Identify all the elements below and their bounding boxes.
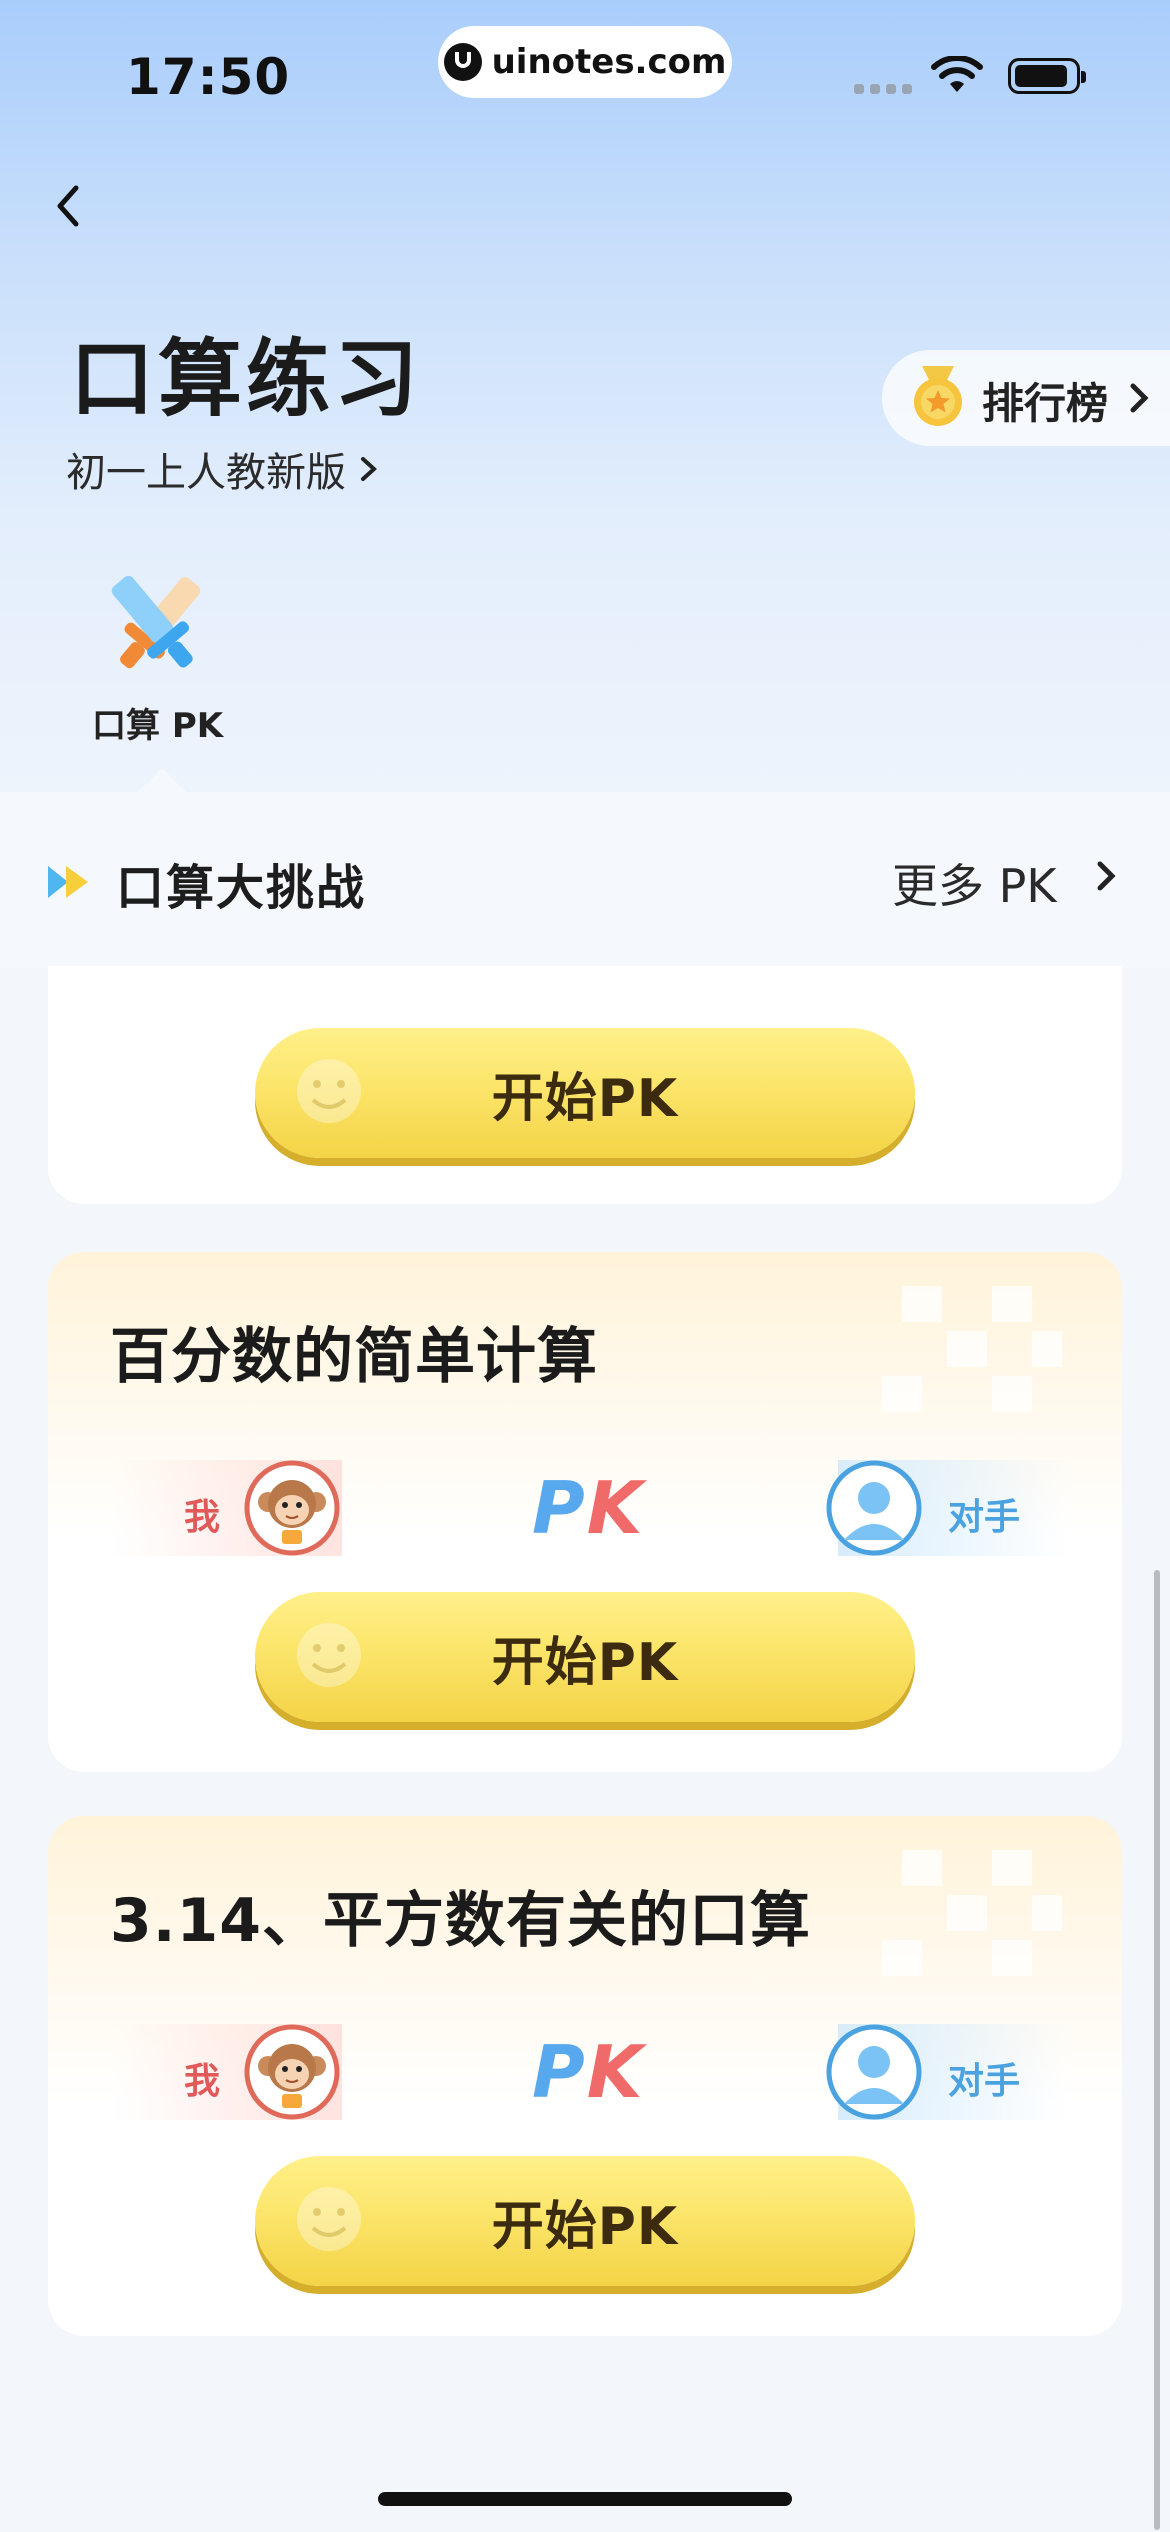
- me-label: 我: [184, 2061, 221, 2102]
- start-pk-button[interactable]: 开始PK: [255, 1028, 915, 1158]
- opponent-label: 对手: [948, 2061, 1021, 2102]
- smiley-icon: [297, 1059, 361, 1123]
- card-title: 3.14、平方数有关的口算: [110, 1886, 812, 1956]
- tab-pk[interactable]: 口算 PK: [92, 698, 223, 747]
- ranking-label: 排行榜: [982, 379, 1109, 428]
- ranking-button[interactable]: 排行榜: [882, 350, 1170, 446]
- crossed-swords-icon[interactable]: [88, 566, 224, 682]
- double-play-icon: [48, 866, 88, 898]
- start-pk-label: 开始PK: [491, 1068, 679, 1129]
- smiley-icon: [297, 1623, 361, 1687]
- pk-vs-label: PK: [532, 1466, 645, 1550]
- checker-pattern-decoration: [882, 1850, 1062, 1976]
- wifi-icon: [931, 56, 983, 92]
- medal-icon: [914, 366, 962, 426]
- start-pk-label: 开始PK: [491, 1632, 679, 1693]
- pk-k: K: [586, 2030, 645, 2114]
- home-indicator[interactable]: [378, 2492, 792, 2506]
- url-text: uinotes.com: [491, 42, 727, 82]
- pk-card: 开始PK: [48, 966, 1122, 1204]
- tab-indicator: [138, 768, 186, 792]
- opponent-avatar-icon: [826, 2024, 922, 2120]
- pk-card: 百分数的简单计算 我 PK 对手 开始PK: [48, 1252, 1122, 1772]
- start-pk-button[interactable]: 开始PK: [255, 1592, 915, 1722]
- start-pk-button[interactable]: 开始PK: [255, 2156, 915, 2286]
- chevron-right-icon[interactable]: [1092, 856, 1120, 896]
- pk-p: P: [532, 2030, 587, 2114]
- cellular-signal-icon: [854, 84, 912, 94]
- section-title: 口算大挑战: [116, 860, 367, 916]
- battery-icon: [1008, 58, 1086, 94]
- scrollbar[interactable]: [1154, 1570, 1160, 2530]
- back-arrow-icon[interactable]: [40, 176, 100, 236]
- section-header: 口算大挑战 更多 PK: [0, 792, 1170, 968]
- monkey-avatar-icon: [244, 2024, 340, 2120]
- chevron-right-icon: [1130, 383, 1149, 413]
- pk-card: 3.14、平方数有关的口算 我 PK 对手 开始PK: [48, 1816, 1122, 2336]
- checker-pattern-decoration: [882, 1286, 1062, 1412]
- pk-p: P: [532, 1466, 587, 1550]
- textbook-selector[interactable]: 初一上人教新版: [66, 440, 384, 498]
- opponent-avatar-icon: [826, 1460, 922, 1556]
- start-pk-label: 开始PK: [491, 2196, 679, 2257]
- pk-k: K: [586, 1466, 645, 1550]
- page-title: 口算练习: [70, 330, 423, 428]
- card-title: 百分数的简单计算: [110, 1322, 598, 1392]
- status-time: 17:50: [126, 48, 291, 106]
- more-pk-link[interactable]: 更多 PK: [892, 850, 1057, 916]
- me-label: 我: [184, 1497, 221, 1538]
- textbook-label: 初一上人教新版: [66, 450, 346, 496]
- opponent-label: 对手: [948, 1497, 1021, 1538]
- monkey-avatar-icon: [244, 1460, 340, 1556]
- url-pill: uinotes.com: [438, 26, 732, 98]
- smiley-icon: [297, 2187, 361, 2251]
- chevron-right-icon: [361, 457, 377, 481]
- uinotes-logo-icon: [443, 43, 482, 81]
- pk-vs-label: PK: [532, 2030, 645, 2114]
